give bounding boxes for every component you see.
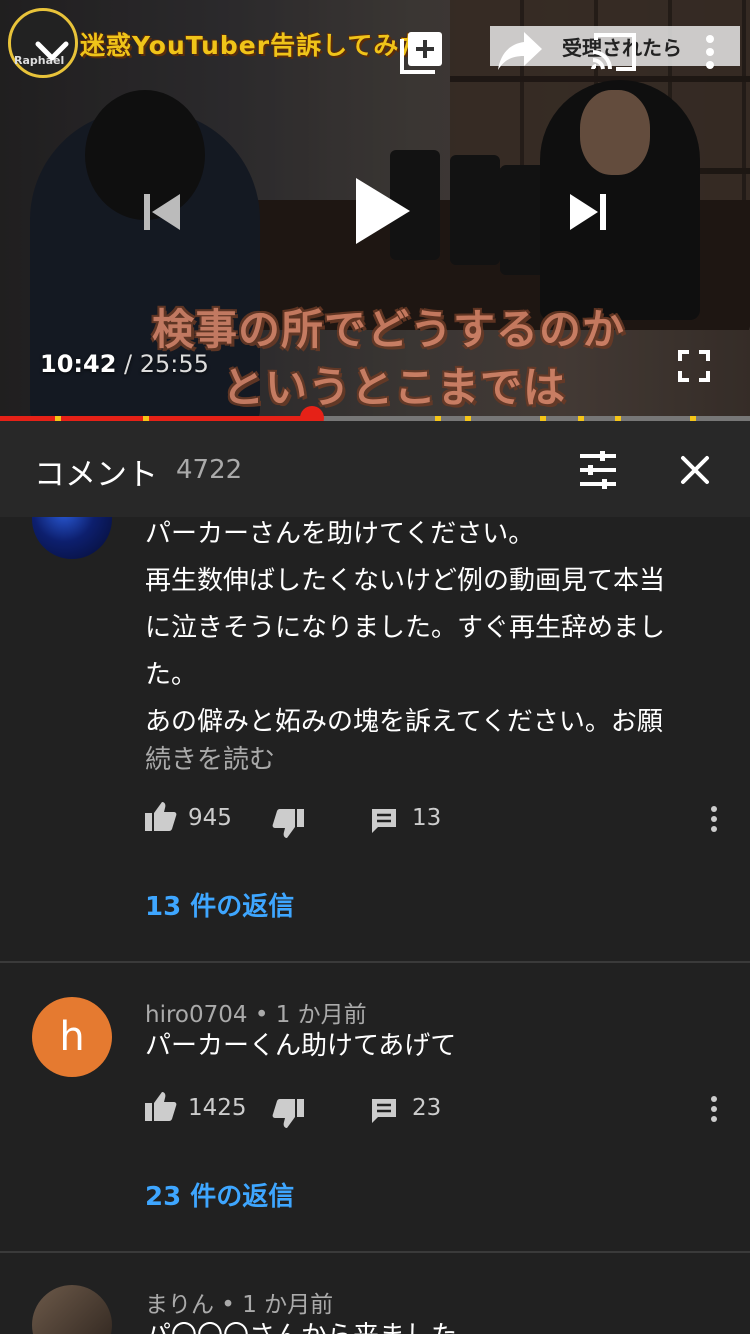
reply-count: 13 — [412, 805, 442, 831]
comments-title: コメント — [34, 457, 158, 493]
comment-line: 再生数伸ばしたくないけど例の動画見て本当 — [145, 566, 666, 596]
like-count: 1425 — [188, 1095, 247, 1121]
like-count: 945 — [188, 805, 232, 831]
play-icon[interactable] — [352, 176, 412, 246]
comment-body: パ〇〇〇さんから来ました — [145, 1313, 715, 1334]
avatar[interactable] — [32, 1285, 112, 1334]
add-to-playlist-icon[interactable] — [400, 30, 444, 74]
like-icon[interactable] — [145, 801, 177, 831]
skip-previous-icon[interactable] — [140, 190, 184, 234]
video-player[interactable]: Raphael 迷惑YouTuber告訴してみた！ 受理されたら 検事の所でどう… — [0, 0, 750, 420]
read-more-link[interactable]: 続きを読む — [145, 739, 275, 776]
video-subtitle-line2: というとこまでは — [222, 363, 567, 412]
fullscreen-icon[interactable] — [678, 350, 710, 382]
reply-count: 23 — [412, 1095, 442, 1121]
comment-body: パーカーくん助けてあげて — [145, 1023, 715, 1070]
close-icon[interactable] — [680, 455, 710, 485]
divider — [0, 1251, 750, 1253]
dislike-icon[interactable] — [272, 809, 304, 839]
comments-count: 4722 — [176, 455, 243, 485]
like-icon[interactable] — [145, 1091, 177, 1121]
chevron-down-icon[interactable] — [32, 32, 72, 72]
time-display: 10:42 / 25:55 — [40, 350, 209, 378]
comments-list[interactable]: パーカーさんを助けてください。 再生数伸ばしたくないけど例の動画見て本当 に泣き… — [0, 517, 750, 1334]
duration: 25:55 — [139, 350, 209, 378]
comment-line: パーカーくん助けてあげて — [145, 1031, 457, 1061]
avatar[interactable]: h — [32, 997, 112, 1077]
comment-more-icon[interactable] — [708, 805, 720, 833]
video-title-overlay: 迷惑YouTuber告訴してみた！ — [80, 31, 452, 60]
comments-header: コメント 4722 — [0, 421, 750, 517]
comment-line: パーカーさんを助けてください。 — [145, 519, 535, 549]
reply-icon[interactable] — [370, 807, 398, 835]
comment-line: た。 — [145, 660, 198, 690]
comment-more-icon[interactable] — [708, 1095, 720, 1123]
current-time: 10:42 — [40, 350, 117, 378]
comment-line: に泣きそうになりました。すぐ再生辞めまし — [145, 613, 666, 643]
comment-body: パーカーさんを助けてください。 再生数伸ばしたくないけど例の動画見て本当 に泣き… — [145, 517, 715, 746]
dislike-icon[interactable] — [272, 1099, 304, 1129]
more-vert-icon[interactable] — [698, 34, 722, 70]
view-replies-link[interactable]: 13 件の返信 — [145, 886, 294, 923]
video-subtitle-line1: 検事の所でどうするのか — [152, 305, 626, 354]
avatar[interactable] — [32, 517, 112, 559]
skip-next-icon[interactable] — [566, 190, 610, 234]
sort-filter-icon[interactable] — [578, 451, 618, 489]
share-icon[interactable] — [496, 30, 544, 72]
divider — [0, 961, 750, 963]
comment-line: パ〇〇〇さんから来ました — [145, 1313, 715, 1334]
view-replies-link[interactable]: 23 件の返信 — [145, 1176, 294, 1213]
reply-icon[interactable] — [370, 1097, 398, 1125]
cast-icon[interactable] — [590, 32, 638, 72]
time-separator: / — [116, 350, 140, 378]
